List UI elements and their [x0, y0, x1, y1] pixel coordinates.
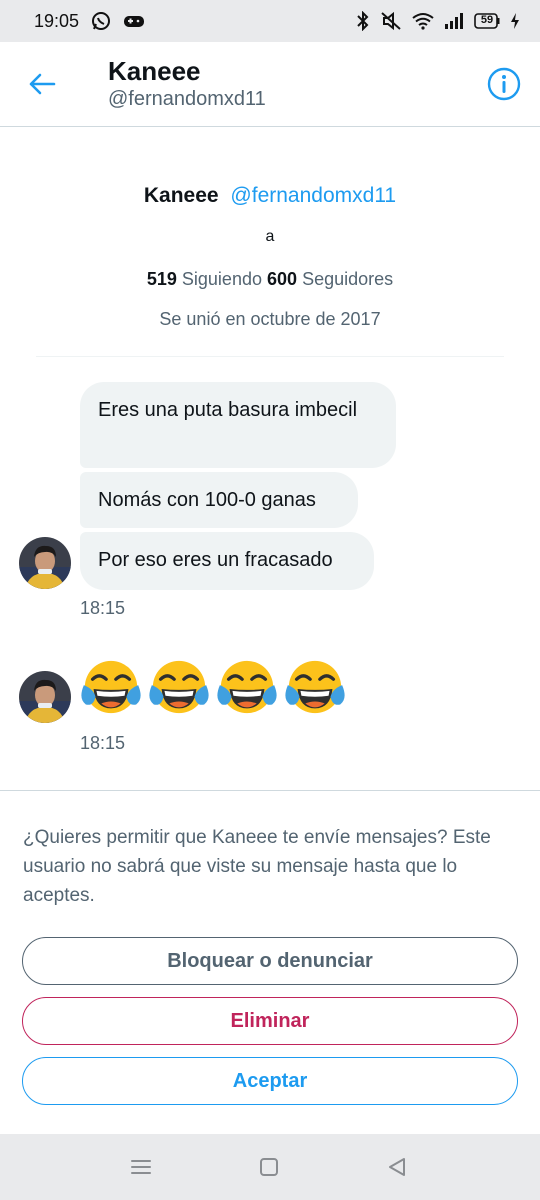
- square-icon: [260, 1158, 278, 1176]
- system-back-button[interactable]: [384, 1154, 410, 1180]
- following-label: Siguiendo: [181, 269, 262, 289]
- status-bar: 19:05 59: [0, 0, 540, 42]
- battery-icon: 59: [474, 13, 500, 29]
- request-prompt: ¿Quieres permitir que Kaneee te envíe me…: [23, 827, 491, 906]
- block-report-button[interactable]: Bloquear o denunciar: [22, 937, 518, 985]
- message-bubble[interactable]: Nomás con 100-0 ganas: [80, 472, 358, 528]
- emoji-message[interactable]: [80, 656, 346, 720]
- mute-icon: [380, 11, 402, 31]
- whatsapp-icon: [91, 11, 111, 31]
- battery-level: 59: [480, 14, 494, 26]
- profile-summary: Kaneee @fernandomxd11 a 519 Siguiendo 60…: [0, 126, 540, 358]
- conversation-header: Kaneee @fernandomxd11: [0, 42, 540, 127]
- tears-of-joy-emoji: [81, 660, 141, 714]
- gamepad-icon: [123, 12, 145, 30]
- followers-count: 600: [267, 269, 298, 289]
- profile-stats: 519 Siguiendo 600 Seguidores: [0, 269, 540, 290]
- info-icon: [487, 67, 521, 101]
- message-bubble[interactable]: Por eso eres un fracasado: [80, 532, 374, 590]
- profile-name: Kaneee: [143, 184, 219, 207]
- profile-name-line[interactable]: Kaneee @fernandomxd11: [0, 184, 540, 208]
- message-bubble[interactable]: Eres una puta basura imbecil: [80, 382, 396, 468]
- divider: [36, 356, 504, 357]
- profile-bio: a: [265, 228, 275, 245]
- system-nav-bar: [0, 1134, 540, 1200]
- avatar[interactable]: [19, 537, 71, 589]
- back-button[interactable]: [22, 64, 62, 104]
- delete-button[interactable]: Eliminar: [22, 997, 518, 1045]
- message-request-panel: ¿Quieres permitir que Kaneee te envíe me…: [0, 790, 540, 1135]
- followers-label: Seguidores: [302, 269, 394, 289]
- triangle-back-icon: [389, 1158, 405, 1176]
- tears-of-joy-emoji: [285, 660, 345, 714]
- arrow-left-icon: [29, 73, 56, 95]
- info-button[interactable]: [486, 66, 522, 102]
- following-count: 519: [146, 269, 177, 289]
- signal-icon: [444, 12, 464, 30]
- avatar[interactable]: [19, 671, 71, 723]
- profile-joined-date: Se unió en octubre de 2017: [159, 309, 381, 329]
- wifi-icon: [412, 12, 434, 30]
- home-button[interactable]: [256, 1154, 282, 1180]
- accept-button[interactable]: Aceptar: [22, 1057, 518, 1105]
- tears-of-joy-emoji: [217, 660, 277, 714]
- message-timestamp: 18:15: [80, 733, 126, 753]
- recent-apps-button[interactable]: [128, 1154, 154, 1180]
- message-timestamp: 18:15: [80, 598, 126, 618]
- menu-icon: [131, 1160, 151, 1174]
- bluetooth-icon: [356, 11, 370, 31]
- charging-icon: [510, 12, 520, 30]
- conversation-title: Kaneee: [108, 56, 201, 86]
- tears-of-joy-emoji: [149, 660, 209, 714]
- status-time: 19:05: [34, 10, 80, 31]
- profile-handle: @fernandomxd11: [230, 184, 397, 207]
- conversation-handle: @fernandomxd11: [108, 88, 266, 110]
